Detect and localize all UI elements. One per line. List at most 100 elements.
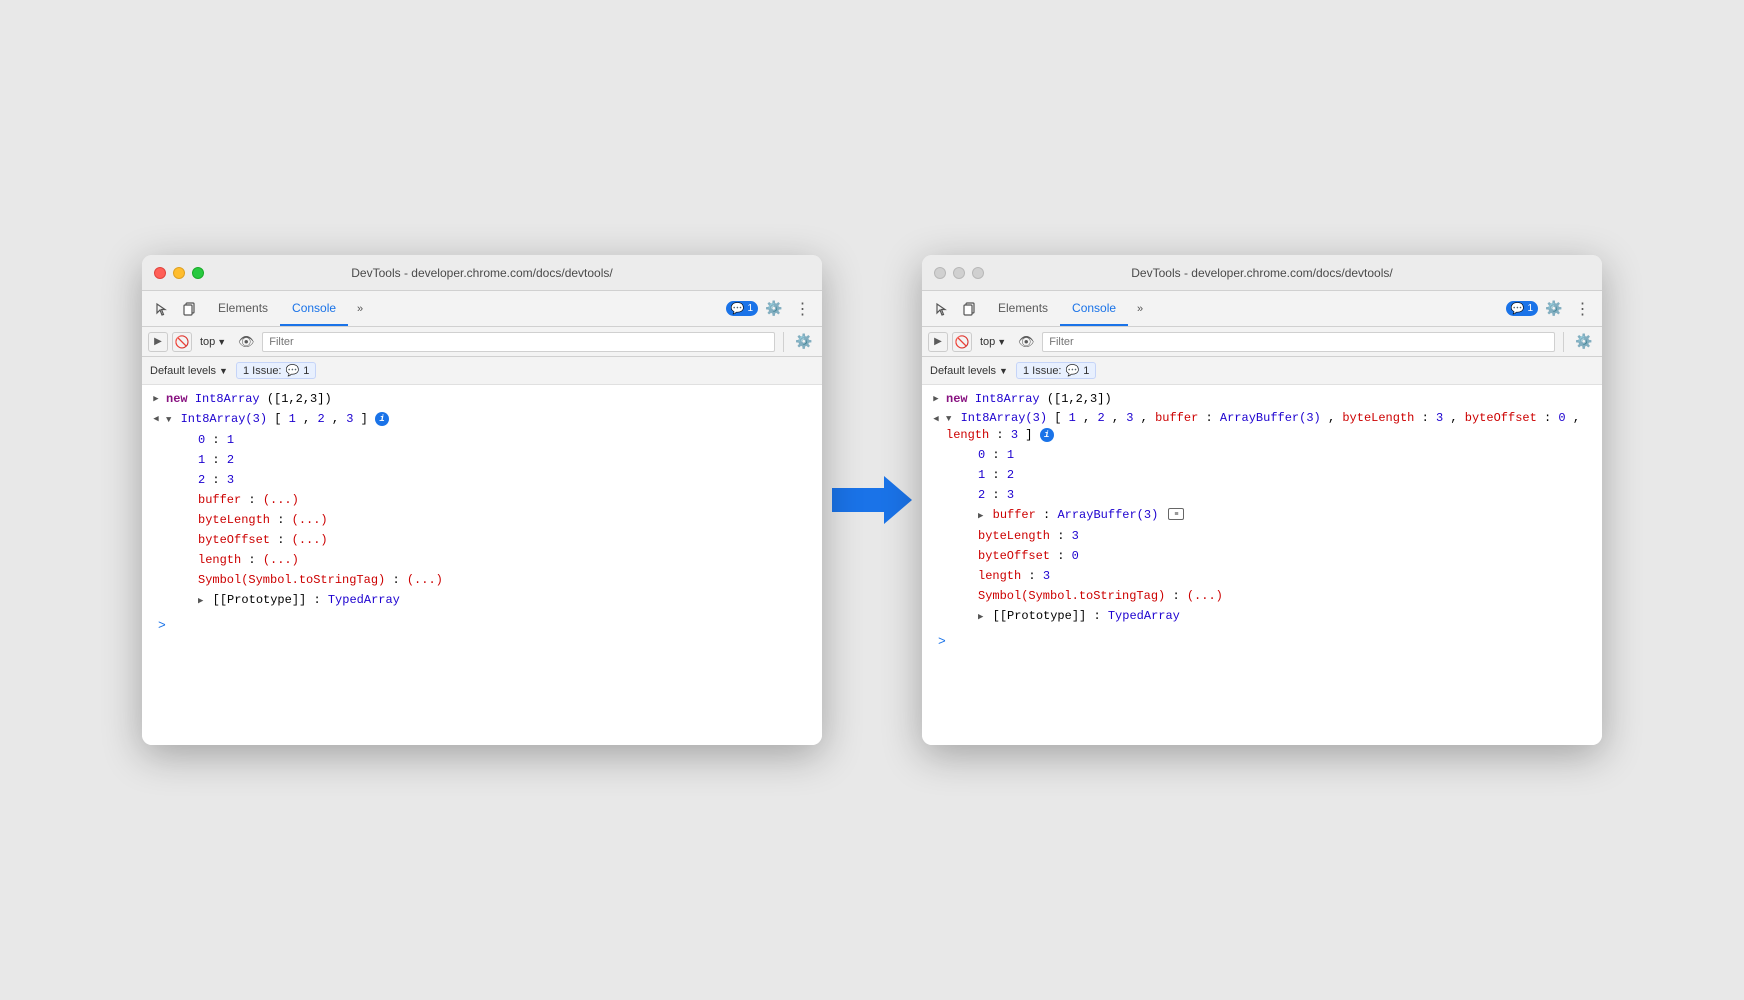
result-header-line: ◀ ▼ Int8Array(3) [ 1 , 2 , 3 ] i — [142, 409, 822, 430]
key-length: length — [198, 553, 241, 567]
right-console-prompt-line[interactable]: > — [922, 627, 1602, 657]
prototype-key: [[Prototype]] — [213, 593, 307, 607]
right-tab-elements[interactable]: Elements — [986, 291, 1060, 326]
new-keyword: new — [166, 392, 188, 406]
right-result-header-content: ▼ Int8Array(3) [ 1 , 2 , 3 , buffer : Ar… — [946, 410, 1598, 444]
settings-icon[interactable]: ⚙️ — [762, 297, 786, 321]
expand-arrow[interactable]: ▶ — [153, 390, 158, 408]
right-symbol: Symbol(Symbol.toStringTag) : (...) — [922, 586, 1602, 606]
buffer-expand-arrow[interactable]: ▶ — [978, 511, 983, 521]
prop-2: 2 : 3 — [142, 470, 822, 490]
info-icon[interactable]: i — [375, 412, 389, 426]
right-tab-bar: Elements Console » — [986, 291, 1152, 326]
right-console-settings-icon[interactable]: ⚙️ — [1572, 330, 1596, 354]
val-0: 1 — [227, 433, 234, 447]
key-1: 1 — [198, 453, 205, 467]
right-minimize-button[interactable] — [953, 267, 965, 279]
expand-gutter: ▶ — [146, 390, 166, 408]
left-tab-bar: Elements Console » — [206, 291, 372, 326]
right-console-prompt[interactable]: > — [930, 631, 954, 653]
right-more-tabs-icon[interactable]: » — [1128, 297, 1152, 321]
minimize-button[interactable] — [173, 267, 185, 279]
right-expand-caret[interactable]: ▼ — [946, 414, 951, 424]
val-2: 3 — [227, 473, 234, 487]
right-command-line: ▶ new Int8Array ([1,2,3]) — [922, 389, 1602, 409]
right-filter-input[interactable] — [1042, 332, 1555, 352]
maximize-button[interactable] — [192, 267, 204, 279]
val-1: 2 — [227, 453, 234, 467]
compact-view-icon: ≡ — [1168, 508, 1184, 520]
issue-icon: 💬 — [286, 364, 300, 377]
eye-icon[interactable]: 👁 — [234, 330, 258, 354]
right-info-icon[interactable]: i — [1040, 428, 1054, 442]
more-options-icon[interactable]: ⋮ — [790, 297, 814, 321]
key-symbol: Symbol(Symbol.toStringTag) — [198, 573, 385, 587]
default-levels-button[interactable]: Default levels ▼ — [150, 365, 228, 377]
left-window-title: DevTools - developer.chrome.com/docs/dev… — [154, 266, 810, 280]
right-devtools-window: DevTools - developer.chrome.com/docs/dev… — [922, 255, 1602, 745]
chevron-down-icon: ▼ — [219, 366, 228, 376]
console-prompt-line[interactable]: > — [142, 611, 822, 641]
expand-arrow-proto[interactable]: ▶ — [198, 596, 203, 606]
right-buffer-wrapper: ▶ buffer : ArrayBuffer(3) ≡ — [922, 505, 1602, 526]
right-chevron-down-icon: ▼ — [997, 337, 1006, 347]
tab-elements[interactable]: Elements — [206, 291, 280, 326]
right-issue-badge[interactable]: 1 Issue: 💬 1 — [1016, 362, 1096, 379]
right-close-button[interactable] — [934, 267, 946, 279]
right-new-keyword: new — [946, 392, 968, 406]
cursor-icon[interactable] — [150, 297, 174, 321]
right-result-gutter: ◀ — [926, 410, 946, 428]
left-console-toolbar: ▶ 🚫 top ▼ 👁 ⚙️ — [142, 327, 822, 357]
right-tab-console[interactable]: Console — [1060, 291, 1128, 326]
right-expand-arrow[interactable]: ▶ — [933, 390, 938, 408]
execute-icon[interactable]: ▶ — [148, 332, 168, 352]
issue-badge[interactable]: 1 Issue: 💬 1 — [236, 362, 316, 379]
prop-bytelength: byteLength : (...) — [142, 510, 822, 530]
right-main-toolbar: Elements Console » 💬 1 ⚙️ ⋮ — [922, 291, 1602, 327]
array-class: Int8Array(3) — [181, 412, 267, 426]
key-2: 2 — [198, 473, 205, 487]
command-content: new Int8Array ([1,2,3]) — [166, 390, 818, 408]
expand-caret[interactable]: ▼ — [166, 415, 171, 425]
right-length: length : 3 — [922, 566, 1602, 586]
left-main-toolbar: Elements Console » 💬 1 ⚙️ ⋮ — [142, 291, 822, 327]
console-prompt[interactable]: > — [150, 615, 174, 637]
right-expand-arrow-proto[interactable]: ▶ — [978, 612, 983, 622]
prop-length: length : (...) — [142, 550, 822, 570]
scene: DevTools - developer.chrome.com/docs/dev… — [142, 255, 1602, 745]
right-maximize-button[interactable] — [972, 267, 984, 279]
result-header-content: ▼ Int8Array(3) [ 1 , 2 , 3 ] i — [166, 410, 818, 429]
right-settings-icon[interactable]: ⚙️ — [1542, 297, 1566, 321]
more-tabs-icon[interactable]: » — [348, 297, 372, 321]
block-icon[interactable]: 🚫 — [172, 332, 192, 352]
close-button[interactable] — [154, 267, 166, 279]
right-default-levels-button[interactable]: Default levels ▼ — [930, 365, 1008, 377]
right-eye-icon[interactable]: 👁 — [1014, 330, 1038, 354]
right-copy-icon[interactable] — [958, 297, 982, 321]
val-symbol: (...) — [407, 573, 443, 587]
collapse-arrow[interactable]: ◀ — [153, 410, 158, 428]
right-block-icon[interactable]: 🚫 — [952, 332, 972, 352]
top-selector[interactable]: top ▼ — [196, 334, 230, 350]
left-console-content: ▶ new Int8Array ([1,2,3]) ◀ ▼ Int8Array(… — [142, 385, 822, 745]
key-byteoffset: byteOffset — [198, 533, 270, 547]
tab-console[interactable]: Console — [280, 291, 348, 326]
console-settings-icon[interactable]: ⚙️ — [792, 330, 816, 354]
prop-prototype: ▶ [[Prototype]] : TypedArray — [142, 590, 822, 611]
right-execute-icon[interactable]: ▶ — [928, 332, 948, 352]
right-console-toolbar: ▶ 🚫 top ▼ 👁 ⚙️ — [922, 327, 1602, 357]
right-byteoffset: byteOffset : 0 — [922, 546, 1602, 566]
right-prototype: ▶ [[Prototype]] : TypedArray — [922, 606, 1602, 627]
right-top-selector[interactable]: top ▼ — [976, 334, 1010, 350]
right-collapse-arrow[interactable]: ◀ — [933, 410, 938, 428]
right-more-options-icon[interactable]: ⋮ — [1570, 297, 1594, 321]
filter-input[interactable] — [262, 332, 775, 352]
right-console-content: ▶ new Int8Array ([1,2,3]) ◀ ▼ In — [922, 385, 1602, 745]
prop-0: 0 : 1 — [142, 430, 822, 450]
left-devtools-window: DevTools - developer.chrome.com/docs/dev… — [142, 255, 822, 745]
right-title-bar: DevTools - developer.chrome.com/docs/dev… — [922, 255, 1602, 291]
right-cursor-icon[interactable] — [930, 297, 954, 321]
val-length: (...) — [263, 553, 299, 567]
right-array-class: Int8Array(3) — [961, 411, 1047, 425]
copy-icon[interactable] — [178, 297, 202, 321]
